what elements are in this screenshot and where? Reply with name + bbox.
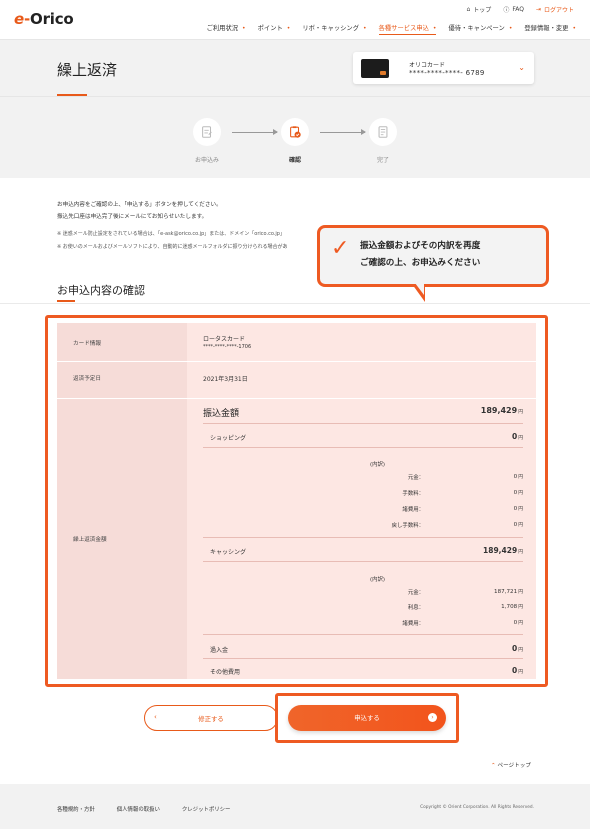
nav-points[interactable]: ポイント (258, 23, 291, 35)
intro-notes: ※ 迷惑メール防止設定をされている場合は、「e-ask@orico.co.jp」… (57, 231, 288, 250)
repayment-date-label: 返済予定日 (73, 376, 101, 382)
copyright: Copyright © Orient Corporation. All Righ… (420, 805, 534, 810)
site-header: e-Orico ⌂トップ ⓘFAQ ⇥ログアウト ご利用状況 ポイント リボ・キ… (0, 0, 590, 40)
card-name-value: ロータスカード (203, 336, 246, 343)
nav-campaigns[interactable]: 優待・キャンペーン (448, 23, 512, 35)
transfer-amount-label: 振込金額 (203, 409, 240, 419)
shopping-label: ショッピング (210, 435, 247, 442)
page-top-link[interactable]: ⌃ ページトップ (491, 761, 531, 769)
chevron-up-icon: ⌃ (491, 763, 496, 769)
confirmation-table: カード情報 ロータスカード ****-****-****-1706 返済予定日 … (57, 323, 536, 679)
home-icon: ⌂ (466, 6, 471, 13)
top-link[interactable]: ⌂ トップ (466, 5, 491, 14)
nav-usage[interactable]: ご利用状況 (207, 23, 246, 35)
repayment-date-value: 2021年3月31日 (203, 376, 248, 383)
sub-divider (203, 537, 523, 538)
sub-divider (203, 561, 523, 562)
shopping-breakdown-label: (内訳) (370, 462, 385, 468)
transfer-amount: 189,429円 (480, 406, 523, 415)
section-divider (0, 303, 590, 304)
progress-steps: お申込み 確認 完了 (0, 96, 590, 178)
chevron-right-icon: › (428, 713, 437, 722)
confirmation-table-highlight: カード情報 ロータスカード ****-****-****-1706 返済予定日 … (45, 315, 548, 687)
shopping-amount: 0円 (511, 432, 523, 441)
cashing-amount: 189,429円 (483, 546, 523, 555)
footer-link-terms[interactable]: 各種規約・方針 (57, 805, 95, 813)
section-underline (57, 300, 75, 302)
step-confirm-icon (281, 118, 309, 146)
card-number-value: ****-****-****-1706 (203, 344, 252, 350)
utility-links: ⌂ トップ ⓘ FAQ ⇥ ログアウト (466, 5, 574, 14)
sub-divider (203, 447, 523, 448)
card-selector-name: オリコカード (409, 62, 446, 69)
apply-button[interactable]: 申込する › (288, 705, 446, 731)
sub-divider (203, 423, 523, 424)
step-complete-icon (369, 118, 397, 146)
nav-revolving-cashing[interactable]: リボ・キャッシング (302, 23, 366, 35)
card-info-label: カード情報 (73, 341, 101, 347)
footer-link-privacy[interactable]: 個人情報の取扱い (117, 805, 160, 813)
page-title: 繰上返済 (57, 61, 118, 79)
sub-divider (203, 658, 523, 659)
step-apply-label: お申込み (194, 157, 219, 164)
checkmark-icon: ✓ (331, 236, 350, 261)
faq-link[interactable]: ⓘ FAQ (503, 5, 524, 14)
cashing-breakdown-label: (内訳) (370, 577, 385, 583)
nav-registration[interactable]: 登録情報・変更 (524, 23, 576, 35)
row-divider (57, 361, 536, 362)
step-arrow (320, 129, 366, 135)
logout-icon: ⇥ (535, 6, 541, 13)
overpayment-label: 過入金 (210, 647, 229, 654)
nav-services[interactable]: 各種サービス申込 (378, 23, 437, 35)
card-selector[interactable]: オリコカード ****-****-****- 6789 ⌄ (353, 52, 534, 84)
callout-annotation: ✓ 振込金額およびその内訳を再度 ご確認の上、お申込みください (317, 225, 549, 287)
card-selector-number: ****-****-****- 6789 (409, 69, 485, 77)
footer-links: 各種規約・方針 個人情報の取扱い クレジットポリシー (57, 805, 230, 813)
repayment-amount-label: 繰上返済金額 (73, 537, 107, 543)
footer-link-credit-policy[interactable]: クレジットポリシー (182, 805, 231, 813)
intro-text: お申込内容をご確認の上、「申込する」ボタンを押してください。 振込先口座は申込完… (57, 202, 222, 220)
callout-tail-inner (415, 283, 424, 295)
step-complete-label: 完了 (376, 157, 389, 164)
global-nav: ご利用状況 ポイント リボ・キャッシング 各種サービス申込 優待・キャンペーン … (207, 23, 576, 35)
orico-logo[interactable]: e-Orico (14, 10, 74, 28)
cashing-label: キャッシング (210, 549, 247, 556)
fix-button[interactable]: ‹ 修正する (144, 705, 278, 731)
chevron-down-icon: ⌄ (518, 63, 525, 72)
row-divider (57, 398, 536, 399)
section-title: お申込内容の確認 (57, 284, 145, 297)
sub-divider (203, 634, 523, 635)
step-confirm-label: 確認 (288, 157, 301, 164)
step-arrow (232, 129, 278, 135)
other-fees-amount: 0円 (511, 666, 523, 675)
other-fees-label: その他費用 (210, 669, 241, 676)
overpayment-amount: 0円 (511, 644, 523, 653)
callout-text: 振込金額およびその内訳を再度 ご確認の上、お申込みください (360, 241, 481, 268)
help-icon: ⓘ (503, 7, 510, 14)
step-apply-icon (193, 118, 221, 146)
logout-link[interactable]: ⇥ ログアウト (536, 5, 574, 14)
site-footer: 各種規約・方針 個人情報の取扱い クレジットポリシー Copyright © O… (0, 784, 590, 829)
card-image (361, 59, 389, 78)
